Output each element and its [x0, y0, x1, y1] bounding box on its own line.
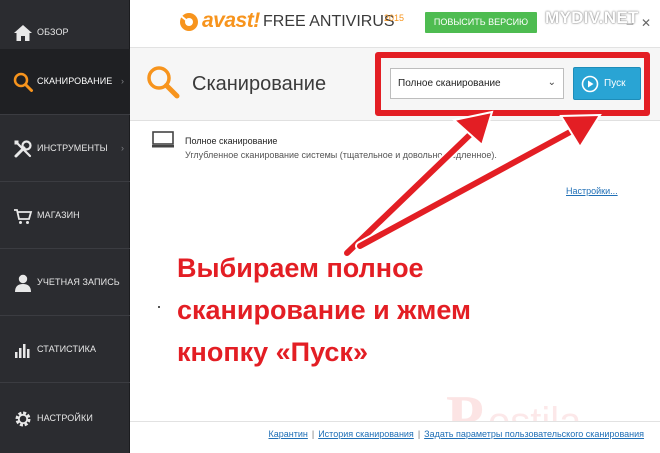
play-icon: [581, 75, 599, 93]
scan-history-link[interactable]: История сканирования: [318, 429, 414, 439]
magnifier-icon: [13, 72, 33, 92]
callout-text: Выбираем полное сканирование и жмем кноп…: [177, 247, 607, 373]
custom-scan-link[interactable]: Задать параметры пользовательского скани…: [424, 429, 644, 439]
chevron-right-icon: ›: [121, 142, 124, 153]
callout-line: кнопку «Пуск»: [177, 337, 368, 367]
sidebar-item-tools[interactable]: ИНСТРУМЕНТЫ ›: [0, 116, 130, 182]
cart-icon: [14, 208, 33, 224]
bar-chart-icon: [15, 343, 30, 358]
sidebar-item-scan[interactable]: СКАНИРОВАНИЕ ›: [0, 49, 130, 115]
settings-link[interactable]: Настройки...: [566, 186, 618, 196]
scan-type-value: Полное сканирование: [398, 78, 501, 89]
sidebar-item-label: СТАТИСТИКА: [37, 343, 97, 354]
user-icon: [15, 274, 31, 292]
footer-links: Карантин | История сканирования | Задать пар…: [269, 429, 645, 439]
scan-type-select[interactable]: Полное сканирование ⌄: [390, 68, 564, 99]
dot: [158, 306, 160, 308]
minimize-icon[interactable]: –: [622, 16, 638, 30]
product-name: FREE ANTIVIRUS: [263, 13, 395, 30]
upgrade-button[interactable]: ПОВЫСИТЬ ВЕРСИЮ: [425, 12, 537, 33]
sidebar-item-label: СКАНИРОВАНИЕ: [37, 75, 113, 86]
window-controls: – ✕: [622, 14, 654, 32]
sidebar-item-label: МАГАЗИН: [37, 209, 80, 220]
gear-icon: [15, 411, 31, 426]
quarantine-link[interactable]: Карантин: [269, 429, 308, 439]
page-bar: Сканирование Полное сканирование ⌄ Пуск: [130, 48, 660, 121]
close-icon[interactable]: ✕: [638, 16, 654, 30]
tools-icon: [14, 139, 32, 157]
sidebar-item-label: ОБЗОР: [37, 26, 69, 37]
separator: |: [311, 429, 315, 439]
monitor-icon: [152, 131, 174, 148]
sidebar-item-label: УЧЕТНАЯ ЗАПИСЬ: [37, 276, 120, 287]
sidebar-item-label: ИНСТРУМЕНТЫ: [37, 142, 108, 153]
start-button[interactable]: Пуск: [573, 67, 641, 100]
header: avast! FREE ANTIVIRUS 2015 ПОВЫСИТЬ ВЕРС…: [130, 0, 660, 48]
chevron-down-icon: ⌄: [547, 77, 556, 88]
sidebar-item-shop[interactable]: МАГАЗИН: [0, 183, 130, 249]
separator: |: [417, 429, 421, 439]
scan-option-description: Углубленное сканирование системы (тщател…: [185, 150, 497, 160]
sidebar-item-statistics[interactable]: СТАТИСТИКА: [0, 317, 130, 383]
sidebar-item-account[interactable]: УЧЕТНАЯ ЗАПИСЬ: [0, 250, 130, 316]
sidebar-item-settings[interactable]: НАСТРОЙКИ: [0, 384, 130, 453]
avast-logo-icon: [180, 13, 198, 31]
home-icon: [14, 24, 32, 41]
product-year: 2015: [384, 13, 405, 23]
chevron-right-icon: ›: [121, 75, 124, 86]
scan-option-title: Полное сканирование: [185, 136, 278, 146]
magnifier-icon: [147, 66, 180, 99]
scan-option: Полное сканирование Углубленное сканиров…: [152, 128, 652, 168]
sidebar-item-label: НАСТРОЙКИ: [37, 412, 93, 423]
page-title: Сканирование: [192, 73, 327, 95]
callout-line: Выбираем полное: [177, 253, 424, 283]
footer: Карантин | История сканирования | Задать пар…: [130, 421, 660, 453]
brand-name: avast!: [202, 9, 260, 32]
sidebar: ОБЗОР СКАНИРОВАНИЕ › ИНСТРУМЕНТЫ › МАГАЗ…: [0, 0, 130, 453]
start-button-label: Пуск: [604, 78, 626, 89]
callout-line: сканирование и жмем: [177, 295, 471, 325]
